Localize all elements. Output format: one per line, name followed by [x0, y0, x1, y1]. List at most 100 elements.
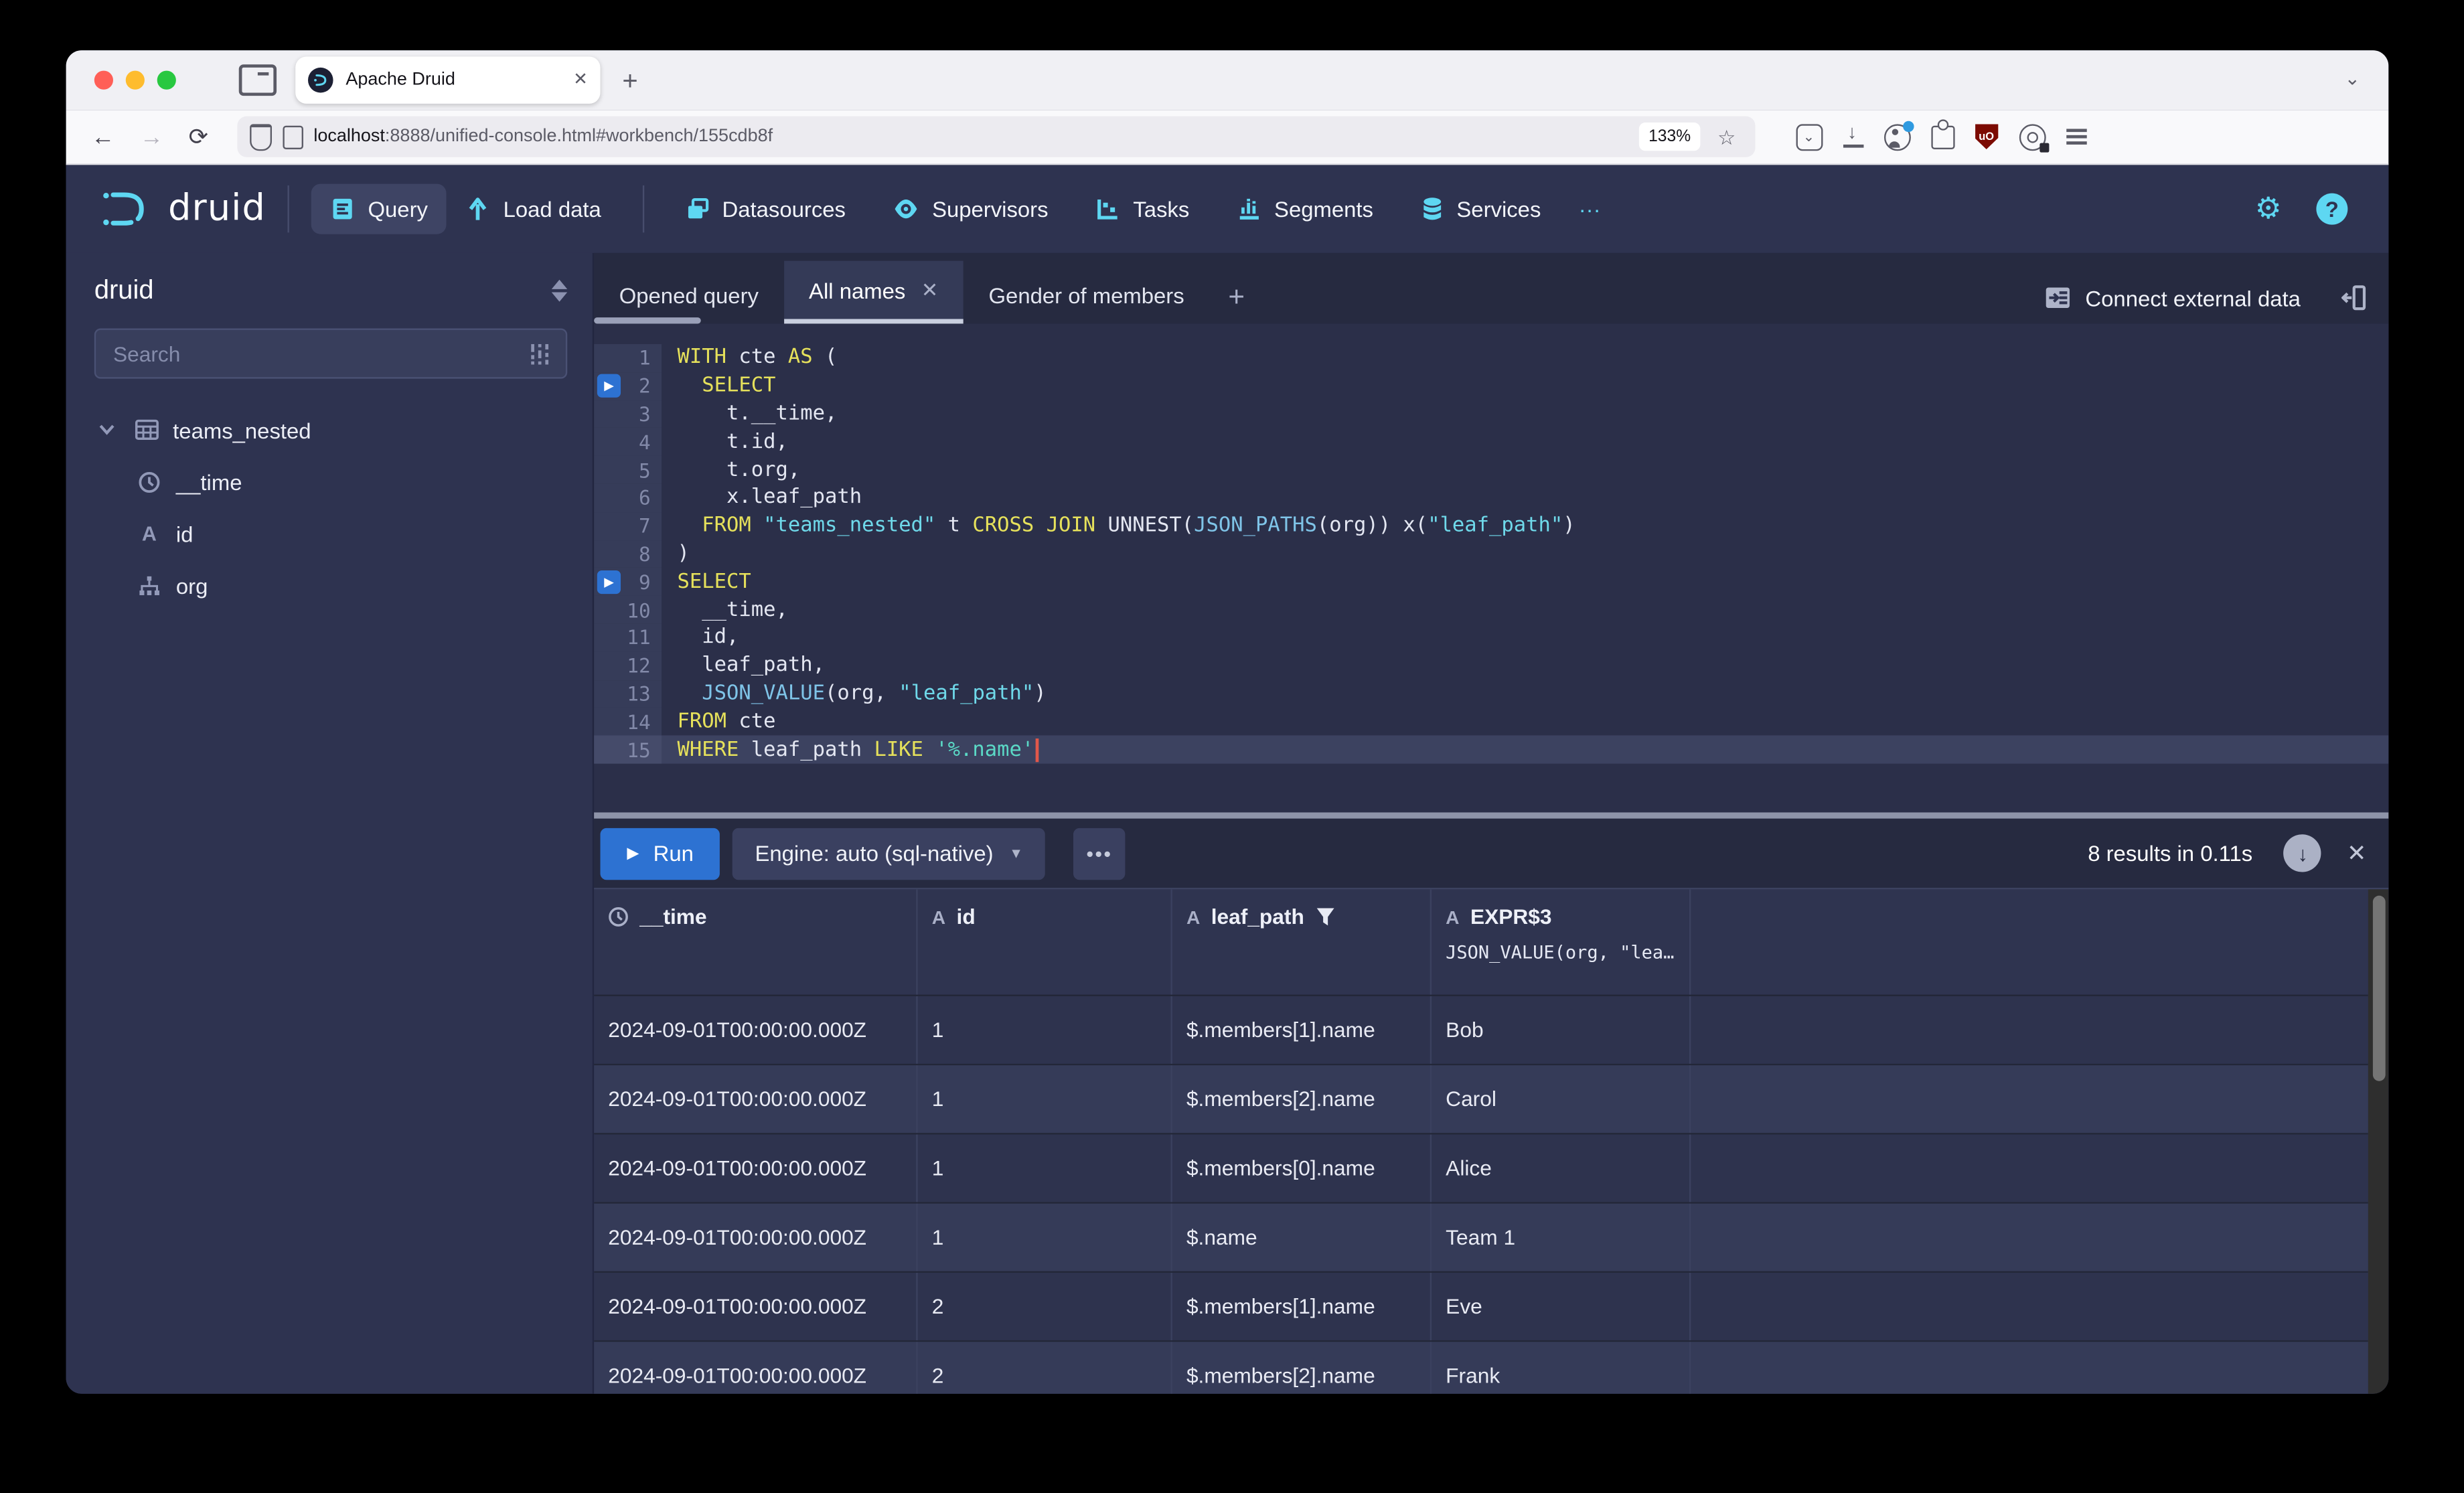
nav-item-query[interactable]: Query	[311, 183, 447, 234]
url-bar[interactable]: localhost:8888/unified-console.html#work…	[236, 116, 1755, 157]
editor-line[interactable]: 12 leaf_path,	[594, 651, 2388, 680]
engine-select[interactable]: Engine: auto (sql-native) ▼	[733, 827, 1045, 880]
table-cell[interactable]: 1	[918, 1134, 1172, 1202]
help-icon[interactable]: ?	[2316, 193, 2348, 225]
table-cell[interactable]: 2024-09-01T00:00:00.000Z	[594, 1342, 918, 1394]
code-line[interactable]: __time,	[662, 598, 2388, 621]
chevron-down-icon[interactable]	[94, 424, 120, 435]
table-cell[interactable]: $.members[2].name	[1172, 1342, 1432, 1394]
reload-button[interactable]: ⟳	[189, 123, 209, 151]
add-query-tab-button[interactable]: +	[1209, 281, 1263, 314]
sort-toggle-icon[interactable]	[551, 279, 568, 302]
onepassword-icon[interactable]	[2018, 123, 2049, 152]
table-cell[interactable]: 1	[918, 1203, 1172, 1271]
code-line[interactable]: FROM cte	[662, 710, 2388, 733]
code-line[interactable]: t.org,	[662, 458, 2388, 481]
column-header-expr3[interactable]: A EXPR$3 JSON_VALUE(org, "lea…	[1432, 889, 1691, 995]
search-input[interactable]	[110, 340, 528, 368]
tree-table-teams-nested[interactable]: teams_nested	[94, 404, 567, 455]
results-scrollbar[interactable]	[2368, 889, 2389, 1394]
nav-item-datasources[interactable]: Datasources	[666, 184, 864, 234]
table-cell[interactable]: 2024-09-01T00:00:00.000Z	[594, 1134, 918, 1202]
settings-gear-icon[interactable]: ⚙	[2255, 191, 2282, 227]
column-header-id[interactable]: A id	[918, 889, 1172, 995]
filter-funnel-icon[interactable]	[1315, 907, 1336, 927]
table-cell[interactable]: $.members[1].name	[1172, 1273, 1432, 1340]
table-cell[interactable]: Eve	[1432, 1273, 1691, 1340]
page-info-icon[interactable]	[282, 125, 303, 149]
query-more-button[interactable]: •••	[1073, 827, 1126, 880]
browser-tab[interactable]: Apache Druid ✕	[295, 56, 601, 104]
nav-item-supervisors[interactable]: Supervisors	[874, 184, 1067, 234]
table-cell[interactable]: 2024-09-01T00:00:00.000Z	[594, 996, 918, 1064]
editor-line[interactable]: 10 __time,	[594, 595, 2388, 624]
table-cell[interactable]: $.members[2].name	[1172, 1065, 1432, 1133]
zoom-level-badge[interactable]: 133%	[1639, 123, 1701, 151]
tree-column-org[interactable]: org	[94, 560, 567, 611]
code-line[interactable]: t.__time,	[662, 402, 2388, 426]
code-line[interactable]: WHERE leaf_path LIKE '%.name'	[662, 737, 2388, 762]
scrollbar-thumb[interactable]	[2372, 895, 2385, 1081]
column-header-leaf-path[interactable]: A leaf_path	[1172, 889, 1432, 995]
downloads-icon[interactable]	[1842, 121, 1863, 147]
code-line[interactable]: JSON_VALUE (org, "leaf_path")	[662, 682, 2388, 705]
editor-line[interactable]: 7 FROM "teams_nested" t CROSS JOIN UNNES…	[594, 512, 2388, 540]
editor-line[interactable]: 11 id,	[594, 623, 2388, 652]
code-line[interactable]: SELECT	[662, 374, 2388, 398]
table-cell[interactable]: 2024-09-01T00:00:00.000Z	[594, 1203, 918, 1271]
table-cell[interactable]: 1	[918, 996, 1172, 1064]
code-line[interactable]: x.leaf_path	[662, 486, 2388, 509]
editor-line[interactable]: 3 t.__time,	[594, 400, 2388, 428]
editor-resize-handle[interactable]	[594, 812, 2389, 819]
code-line[interactable]: id,	[662, 626, 2388, 649]
zoom-window-button[interactable]	[157, 70, 176, 90]
editor-line[interactable]: 8)	[594, 540, 2388, 568]
nav-item-services[interactable]: Services	[1401, 183, 1559, 234]
nav-item-load-data[interactable]: Load data	[447, 184, 620, 234]
code-line[interactable]: FROM "teams_nested" t CROSS JOIN UNNEST(…	[662, 514, 2388, 538]
editor-line[interactable]: 4 t.id,	[594, 428, 2388, 457]
editor-line[interactable]: 5 t.org,	[594, 456, 2388, 484]
bookmark-star-icon[interactable]: ☆	[1717, 127, 1736, 147]
query-tab-opened-query[interactable]: Opened query	[594, 266, 783, 324]
connect-external-data-button[interactable]: Connect external data	[2044, 285, 2301, 311]
table-cell[interactable]: Alice	[1432, 1134, 1691, 1202]
nav-item-segments[interactable]: Segments	[1218, 184, 1393, 234]
firefox-sidebar-icon[interactable]	[238, 64, 277, 96]
table-cell[interactable]: $.members[1].name	[1172, 996, 1432, 1064]
table-cell[interactable]: Bob	[1432, 996, 1691, 1064]
code-line[interactable]: t.id,	[662, 430, 2388, 454]
filter-sliders-icon[interactable]	[528, 341, 552, 365]
account-icon[interactable]	[1883, 120, 1914, 151]
query-tab-gender-of-members[interactable]: Gender of members	[964, 266, 1209, 324]
column-header-time[interactable]: __time	[594, 889, 918, 995]
schema-name[interactable]: druid	[94, 275, 154, 307]
druid-logo[interactable]: druid	[100, 187, 266, 231]
tab-close-icon[interactable]: ✕	[573, 71, 588, 89]
tracking-shield-icon[interactable]	[249, 123, 272, 151]
close-results-button[interactable]: ✕	[2347, 839, 2367, 868]
code-line[interactable]: SELECT	[662, 570, 2388, 593]
code-line[interactable]: leaf_path,	[662, 654, 2388, 678]
ublock-origin-icon[interactable]: uO	[1975, 124, 1999, 149]
editor-line[interactable]: 1 WITH cte AS (	[594, 343, 2388, 372]
menu-icon[interactable]	[2066, 128, 2086, 145]
download-results-button[interactable]: ↓	[2284, 834, 2322, 872]
table-cell[interactable]: Frank	[1432, 1342, 1691, 1394]
schema-search[interactable]	[94, 328, 568, 379]
editor-line[interactable]: 6 x.leaf_path	[594, 483, 2388, 512]
minimize-window-button[interactable]	[125, 70, 145, 90]
editor-line[interactable]: 15 WHERE leaf_path LIKE '%.name'	[594, 735, 2389, 764]
editor-line[interactable]: ▶ 9 SELECT	[594, 568, 2388, 596]
code-line[interactable]: )	[662, 542, 2388, 566]
extension-icon[interactable]	[1930, 119, 1954, 149]
close-tab-icon[interactable]: ✕	[921, 277, 939, 303]
table-cell[interactable]: 1	[918, 1065, 1172, 1133]
run-statement-button[interactable]: ▶	[597, 570, 621, 594]
forward-button[interactable]: →	[140, 123, 163, 150]
table-cell[interactable]: Team 1	[1432, 1203, 1691, 1271]
tabstrip-scrollbar[interactable]	[594, 317, 701, 324]
list-tabs-icon[interactable]: ⌄	[2344, 69, 2360, 88]
url-text[interactable]: localhost:8888/unified-console.html#work…	[313, 127, 1628, 146]
editor-line[interactable]: ▶ 2 SELECT	[594, 372, 2388, 400]
